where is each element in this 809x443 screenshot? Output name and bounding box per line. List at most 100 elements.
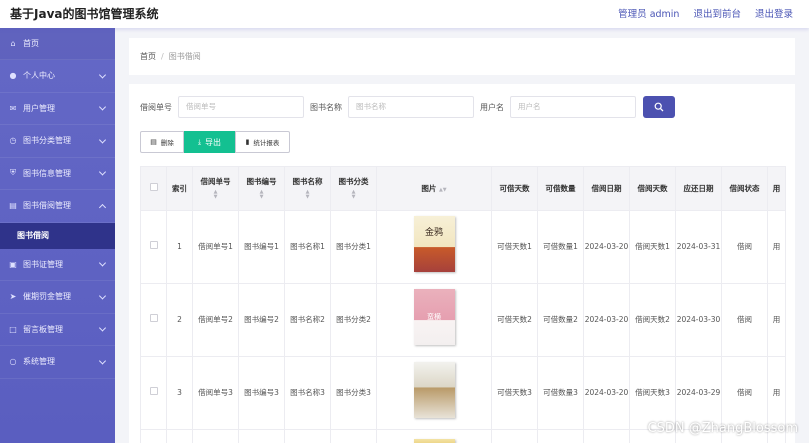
- cell-borrow-days: 借阅天数1: [629, 210, 676, 284]
- borrow-no-label: 借阅单号: [140, 102, 172, 112]
- cell-loan-qty: [537, 429, 584, 443]
- col-header-borrow-no[interactable]: 借阅单号 ▲ ▼: [192, 166, 239, 211]
- sidebar-item-personal-center[interactable]: ● 个人中心: [0, 60, 115, 93]
- cell-loan-qty: 可借数量1: [537, 210, 584, 284]
- sidebar-item-home[interactable]: ⌂ 首页: [0, 28, 115, 60]
- sidebar-item-borrow-management[interactable]: ▤ 图书借阅管理: [0, 190, 115, 223]
- sort-icon: ▲▼: [438, 186, 447, 193]
- row-checkbox[interactable]: [149, 313, 158, 322]
- table-row: 3 借阅单号3 图书编号3 图书名称3 图书分类3 可借天数3 可借数量3 20…: [140, 356, 786, 430]
- top-header: 基于Java的图书馆管理系统 管理员 admin 退出到前台 退出登录: [0, 0, 809, 28]
- cell-user: 用: [767, 283, 786, 357]
- row-checkbox[interactable]: [149, 240, 158, 249]
- sidebar-item-label: 用户管理: [23, 103, 55, 113]
- book-cover-image[interactable]: [413, 362, 455, 419]
- export-button[interactable]: ⤓ 导出: [184, 131, 235, 153]
- cell-user: 用: [767, 356, 786, 430]
- cell-loan-qty: 可借数量2: [537, 283, 584, 357]
- col-header-image[interactable]: 图片 ▲▼: [376, 166, 492, 211]
- breadcrumb-home[interactable]: 首页: [140, 51, 156, 62]
- mail-icon: ✉: [9, 103, 17, 113]
- search-bar: 借阅单号 借阅单号 图书名称 图书名称 用户名 用户名: [140, 96, 675, 118]
- clock-icon: ◷: [9, 136, 17, 146]
- borrow-no-input[interactable]: 借阅单号: [178, 96, 304, 118]
- logout-link[interactable]: 退出登录: [755, 6, 793, 20]
- cell-borrow-no: 借阅单号2: [192, 283, 239, 357]
- cell-image: [376, 356, 492, 430]
- watermark: CSDN @ZhangBlossom: [647, 421, 798, 436]
- cell-book-no: [238, 429, 285, 443]
- cell-borrow-days: 借阅天数3: [629, 356, 676, 430]
- col-label: 图片: [421, 183, 437, 193]
- search-button[interactable]: [643, 96, 675, 118]
- sidebar-item-label: 留言板管理: [23, 324, 63, 334]
- cell-status: 借阅: [721, 356, 768, 430]
- row-checkbox[interactable]: [149, 386, 158, 395]
- col-header-due-date: 应还日期: [675, 166, 722, 211]
- cell-book-no: 图书编号3: [238, 356, 285, 430]
- chevron-down-icon: [98, 259, 107, 267]
- col-label: 图书名称: [292, 177, 323, 187]
- sort-icon: ▲▼: [351, 188, 356, 200]
- chevron-down-icon: [98, 71, 107, 79]
- cell-status: 借阅: [721, 283, 768, 357]
- breadcrumb: 首页 / 图书借阅: [129, 38, 795, 75]
- cell-book-category: 图书分类2: [330, 283, 377, 357]
- cell-due-date: 2024-03-31: [675, 210, 722, 284]
- search-icon: [654, 102, 664, 112]
- admin-user-link[interactable]: 管理员 admin: [618, 6, 679, 20]
- col-header-status: 借阅状态: [721, 166, 768, 211]
- export-label: 导出: [205, 137, 222, 147]
- username-input[interactable]: 用户名: [510, 96, 636, 118]
- cell-borrow-no: [192, 429, 239, 443]
- chevron-down-icon: [98, 136, 107, 144]
- book-cover-image[interactable]: 金鸦: [413, 216, 455, 273]
- cell-index: [166, 429, 193, 443]
- sidebar-item-user-management[interactable]: ✉ 用户管理: [0, 93, 115, 125]
- sidebar-item-book-info-management[interactable]: ⛨ 图书信息管理: [0, 158, 115, 190]
- cell-borrow-date: 2024-03-20: [583, 283, 630, 357]
- cell-user: 用: [767, 210, 786, 284]
- borrow-table: 索引 借阅单号 ▲ ▼ 图书编号 ▲ ▼ 图书名称 ▲ ▼ 图书分类 ▲ ▼ 图片 ▲▼ 可借天…: [140, 166, 786, 443]
- chevron-down-icon: [98, 292, 107, 300]
- home-icon: ⌂: [10, 39, 16, 48]
- cell-book-category: 图书分类3: [330, 356, 377, 430]
- sidebar-subitem-book-borrow[interactable]: 图书借阅: [0, 222, 115, 249]
- table-row: 1 借阅单号1 图书编号1 图书名称1 图书分类1 金鸦 可借天数1 可借数量1…: [140, 210, 786, 284]
- book-name-input[interactable]: 图书名称: [348, 96, 474, 118]
- cell-borrow-no: 借阅单号1: [192, 210, 239, 284]
- sidebar-item-system-management[interactable]: ○ 系统管理: [0, 346, 115, 379]
- cell-book-name: 图书名称1: [284, 210, 331, 284]
- cell-loan-days: 可借天数3: [491, 356, 538, 430]
- sort-icon: ▲▼: [213, 188, 218, 200]
- select-all-checkbox[interactable]: [149, 183, 158, 192]
- book-cover-image[interactable]: [413, 438, 455, 443]
- sidebar-item-fine-management[interactable]: ➤ 催期罚金管理: [0, 281, 115, 314]
- book-cover-title: 金鸦: [424, 228, 443, 239]
- chevron-down-icon: [98, 357, 107, 365]
- row-select-cell: [140, 283, 167, 357]
- sidebar-item-category-management[interactable]: ◷ 图书分类管理: [0, 125, 115, 158]
- stats-report-button[interactable]: ▮ 统计报表: [235, 131, 290, 153]
- sidebar-item-message-board-management[interactable]: □ 留言板管理: [0, 314, 115, 346]
- delete-button[interactable]: ▤ 删除: [140, 131, 184, 153]
- row-select-cell: [140, 429, 167, 443]
- col-header-borrow-days: 借阅天数: [629, 166, 676, 211]
- col-header-book-name[interactable]: 图书名称 ▲ ▼: [284, 166, 331, 211]
- exit-to-front-link[interactable]: 退出到前台: [693, 6, 741, 20]
- col-header-index: 索引: [166, 166, 193, 211]
- cell-index: 1: [166, 210, 193, 284]
- row-select-cell: [140, 210, 167, 284]
- sidebar-item-label: 催期罚金管理: [23, 292, 71, 302]
- col-header-book-category[interactable]: 图书分类 ▲ ▼: [330, 166, 377, 211]
- col-header-book-no[interactable]: 图书编号 ▲ ▼: [238, 166, 285, 211]
- header-links: 管理员 admin 退出到前台 退出登录: [618, 6, 793, 20]
- cell-borrow-no: 借阅单号3: [192, 356, 239, 430]
- cell-loan-days: 可借天数1: [491, 210, 538, 284]
- sidebar-item-library-card-management[interactable]: ▣ 图书证管理: [0, 249, 115, 281]
- col-label: 借阅单号: [200, 177, 231, 187]
- cell-loan-qty: 可借数量3: [537, 356, 584, 430]
- book-cover-image[interactable]: 蛮横: [413, 289, 455, 346]
- sidebar-item-label: 首页: [23, 39, 39, 48]
- send-icon: ➤: [9, 292, 17, 302]
